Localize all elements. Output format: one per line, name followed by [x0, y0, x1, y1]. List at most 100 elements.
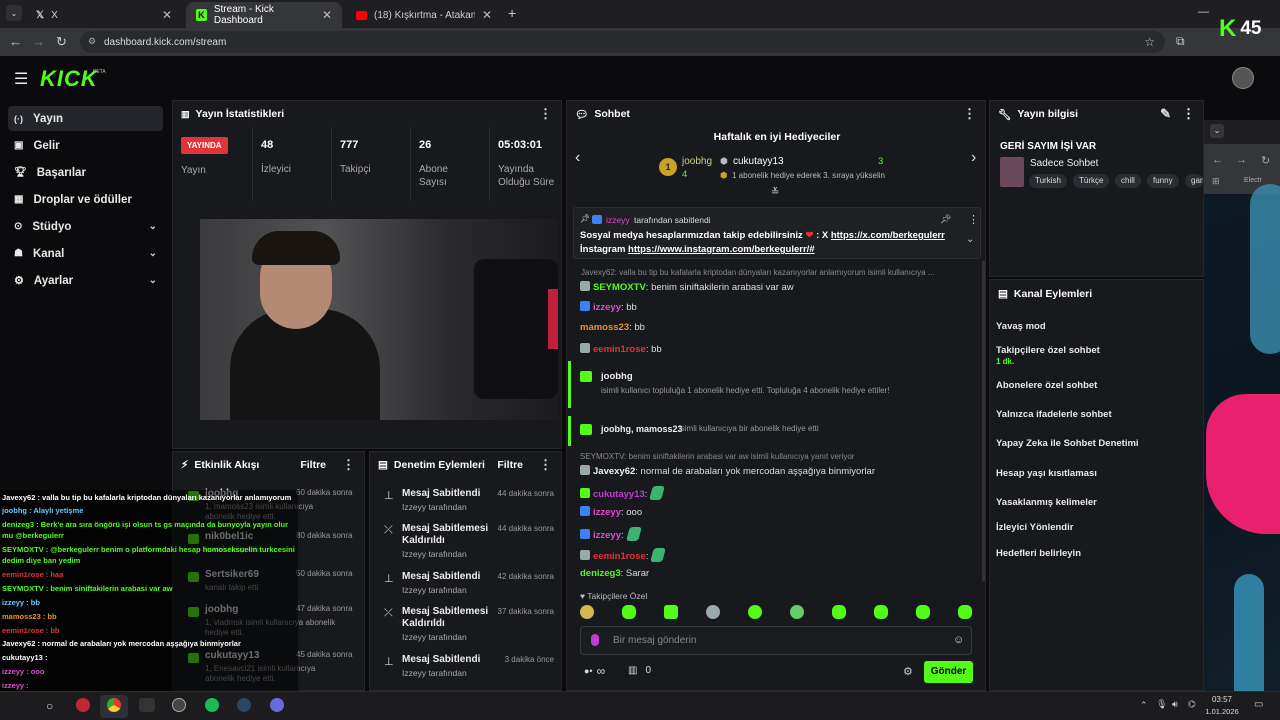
clock-time[interactable]: 03:57	[1205, 695, 1239, 704]
moderation-item[interactable]: ⤫ Mesaj Sabitlemesi Kaldırıldı Izzeyy tara…	[374, 604, 562, 644]
kick-logo[interactable]: KICK	[40, 66, 98, 92]
more-options-icon[interactable]: ⋮	[1182, 106, 1195, 122]
clock-date[interactable]: 1.01.2026	[1201, 707, 1243, 716]
channel-action[interactable]: Hesap yaşı kısıtlaması	[996, 468, 1097, 479]
chat-username[interactable]: izzeyy	[593, 302, 621, 313]
back-icon[interactable]: ←	[1212, 154, 1223, 166]
emote-icon[interactable]	[958, 605, 972, 619]
more-options-icon[interactable]: ⋮	[963, 106, 976, 122]
moderation-item[interactable]: ⊥ Mesaj Sabitlendi Izzeyy tarafından 3 daki…	[374, 652, 562, 692]
url-field[interactable]: ⚙ dashboard.kick.com/stream ☆	[80, 31, 1165, 53]
volume-icon[interactable]: 🔊︎	[1172, 699, 1178, 710]
tag-pill[interactable]: chill	[1115, 174, 1141, 188]
moderation-item[interactable]: ⊥ Mesaj Sabitlendi Izzeyy tarafından 44 dak…	[374, 486, 562, 526]
channel-action[interactable]: Takipçilere özel sohbet 1 dk.	[996, 345, 1100, 366]
bookmark-star-icon[interactable]: ☆	[1144, 35, 1155, 49]
app-icon[interactable]	[139, 698, 155, 712]
more-options-icon[interactable]: ⋮	[539, 106, 552, 122]
pinned-link[interactable]: https://www.instagram.com/berkegulerr/#	[628, 244, 815, 255]
chat-username[interactable]: izzeyy	[593, 507, 621, 518]
chevron-left-icon[interactable]: ‹	[575, 149, 580, 167]
site-info-icon[interactable]: ⚙	[88, 36, 96, 47]
chevron-down-icon[interactable]: ⌄	[1210, 124, 1224, 138]
reload-icon[interactable]: ↻	[56, 34, 67, 50]
tag-pill[interactable]: Turkish	[1029, 174, 1067, 188]
channel-action[interactable]: İzleyici Yönlendir	[996, 522, 1073, 533]
forward-icon[interactable]: →	[32, 34, 45, 49]
filter-button[interactable]: Filtre	[497, 459, 523, 471]
tab-search-button[interactable]: ⌄	[6, 5, 22, 21]
chat-username[interactable]: SEYMOXTV	[593, 282, 646, 293]
moderation-item[interactable]: ⊥ Mesaj Sabitlendi Izzeyy tarafından 42 dak…	[374, 569, 562, 609]
more-options-icon[interactable]: ⋮	[539, 457, 552, 473]
chat-username[interactable]: eemin1rose	[593, 344, 646, 355]
emote-icon[interactable]	[664, 605, 678, 619]
network-icon[interactable]: ⌬	[1188, 699, 1196, 710]
chat-username[interactable]: izzeyy	[593, 530, 621, 541]
chevron-right-icon[interactable]: ›	[971, 149, 976, 167]
channel-action[interactable]: Yasaklanmış kelimeler	[996, 497, 1097, 508]
avatar[interactable]	[1232, 67, 1254, 89]
points-display[interactable]: ●• ∞	[584, 664, 605, 678]
microphone-icon[interactable]: 🎙︎	[1156, 699, 1167, 710]
more-options-icon[interactable]: ⋮	[968, 213, 979, 226]
reload-icon[interactable]: ↻	[1261, 154, 1270, 167]
unpin-icon[interactable]: 📌︎	[940, 214, 951, 225]
tab-kick-dashboard[interactable]: K Stream - Kick Dashboard ✕	[186, 2, 342, 28]
app-icon-purple[interactable]	[270, 698, 284, 712]
sidebar-item-studio[interactable]: ⊙ Stüdyo ⌄	[8, 214, 163, 239]
search-icon[interactable]: ○	[46, 699, 53, 713]
category-name[interactable]: Sadece Sohbet	[1030, 158, 1098, 169]
emote-icon[interactable]	[874, 605, 888, 619]
edit-icon[interactable]: ✎	[1160, 106, 1171, 122]
emote-icon[interactable]	[916, 605, 930, 619]
spotify-icon[interactable]	[205, 698, 219, 712]
emote-icon[interactable]	[622, 605, 636, 619]
close-icon[interactable]: ✕	[482, 8, 492, 22]
close-icon[interactable]: ✕	[322, 8, 332, 22]
channel-action[interactable]: Hedefleri belirleyin	[996, 548, 1081, 559]
emote-icon[interactable]	[832, 605, 846, 619]
apps-icon[interactable]: ⊞	[1212, 176, 1220, 187]
emoji-icon[interactable]: ☺	[953, 634, 964, 646]
emote-icon[interactable]	[580, 605, 594, 619]
moderation-item[interactable]: ⤫ Mesaj Sabitlemesi Kaldırıldı Izzeyy tara…	[374, 521, 562, 561]
tab-x[interactable]: 𝕏 X ✕	[26, 2, 182, 28]
send-button[interactable]: Gönder	[924, 661, 973, 683]
chrome-icon[interactable]	[107, 698, 121, 712]
sidebar-item-stream[interactable]: (·) Yayın	[8, 106, 163, 131]
sidebar-item-revenue[interactable]: ▣ Gelir	[8, 133, 163, 158]
emote-icon[interactable]	[790, 605, 804, 619]
pinned-by-user[interactable]: izzeyy	[606, 215, 630, 225]
sidebar-item-settings[interactable]: ⚙ Ayarlar ⌄	[8, 268, 163, 293]
stream-preview[interactable]	[200, 219, 558, 420]
chat-username[interactable]: eemin1rose	[593, 551, 646, 562]
chat-username[interactable]: cukutayy13	[593, 489, 645, 500]
tag-pill[interactable]: gam	[1185, 174, 1203, 188]
steam-icon[interactable]	[237, 698, 251, 712]
gear-icon[interactable]: ⚙	[903, 665, 913, 678]
collapse-icon[interactable]: ≚	[771, 187, 779, 198]
chat-username[interactable]: denizeg3	[580, 568, 621, 579]
pinned-link[interactable]: https://x.com/berkegulerr	[831, 230, 945, 241]
sidebar-item-channel[interactable]: ☗ Kanal ⌄	[8, 241, 163, 266]
new-tab-button[interactable]: +	[508, 5, 516, 21]
close-icon[interactable]: ✕	[162, 8, 172, 22]
forward-icon[interactable]: →	[1236, 154, 1247, 166]
menu-icon[interactable]: ☰	[14, 69, 28, 89]
tag-pill[interactable]: Türkçe	[1073, 174, 1110, 188]
chat-username[interactable]: Javexy62	[593, 466, 635, 477]
microphone-icon[interactable]	[591, 634, 599, 646]
emote-icon[interactable]	[706, 605, 720, 619]
channel-points[interactable]: ▥ 0	[628, 665, 651, 676]
gift-user[interactable]: joobhg	[601, 371, 633, 382]
minimize-icon[interactable]: —	[1198, 6, 1209, 18]
obs-icon[interactable]	[172, 698, 186, 712]
channel-action[interactable]: Yavaş mod	[996, 321, 1046, 332]
chat-input[interactable]: Bir mesaj gönderin ☺	[580, 626, 972, 655]
channel-action[interactable]: Yalnızca ifadelerle sohbet	[996, 409, 1112, 420]
emote-icon[interactable]	[748, 605, 762, 619]
chevron-down-icon[interactable]: ⌄	[966, 234, 974, 245]
tag-pill[interactable]: funny	[1147, 174, 1179, 188]
tab-youtube[interactable]: (18) Kışkırtma - Atakan' Kaçırdı ✕	[346, 2, 502, 28]
